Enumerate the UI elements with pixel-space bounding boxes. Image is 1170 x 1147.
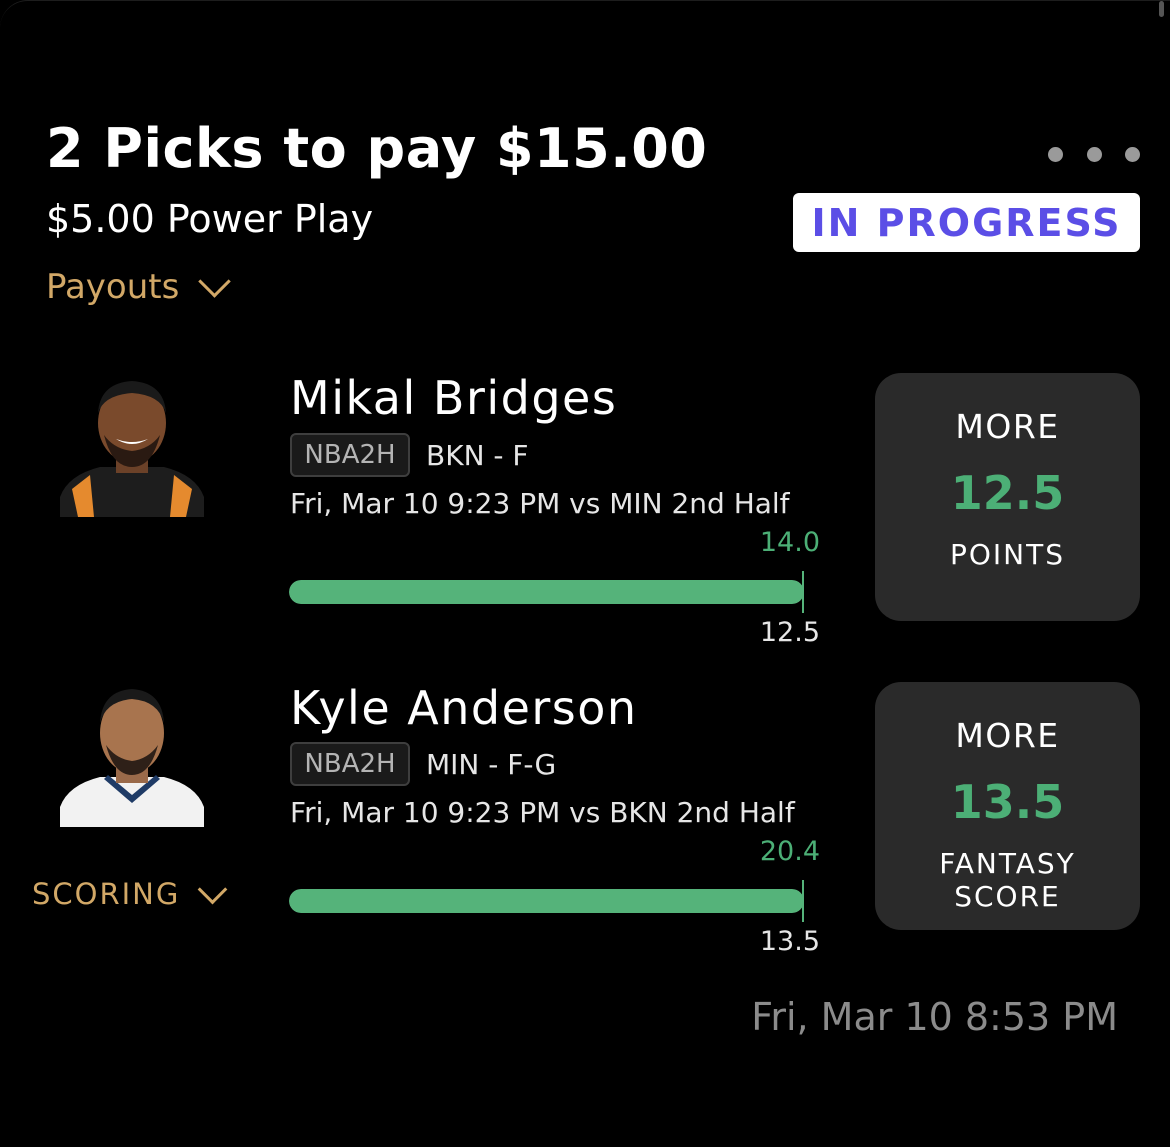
pick-line: 12.5 <box>950 466 1065 520</box>
pick-selection-card[interactable]: MORE 12.5 POINTS <box>875 373 1140 621</box>
player-name[interactable]: Kyle Anderson <box>290 681 638 735</box>
current-stat-value: 20.4 <box>759 836 820 867</box>
line-marker <box>802 880 804 922</box>
line-marker <box>802 571 804 613</box>
entry-card: 2 Picks to pay $15.00 $5.00 Power Play I… <box>0 0 1170 1147</box>
more-options-icon[interactable] <box>1048 141 1140 167</box>
current-stat-value: 14.0 <box>759 527 820 558</box>
payouts-toggle[interactable]: Payouts <box>46 264 232 307</box>
team-position: BKN - F <box>426 439 529 472</box>
dot <box>1048 146 1063 162</box>
entry-timestamp: Fri, Mar 10 8:53 PM <box>751 995 1118 1039</box>
status-badge: IN PROGRESS <box>793 193 1140 252</box>
scroll-indicator[interactable] <box>1159 1 1164 17</box>
progress-bar-fill <box>289 580 804 604</box>
line-value: 13.5 <box>759 926 820 957</box>
league-badge: NBA2H <box>290 433 410 477</box>
progress-bar <box>289 889 804 913</box>
avatar <box>60 679 204 827</box>
league-badge: NBA2H <box>290 742 410 786</box>
progress-bar-fill <box>289 889 804 913</box>
entry-title: 2 Picks to pay $15.00 <box>46 117 708 180</box>
dot <box>1086 146 1102 162</box>
pick-direction: MORE <box>955 716 1060 755</box>
dot <box>1125 146 1140 162</box>
entry-subtitle: $5.00 Power Play <box>46 197 374 241</box>
scoring-toggle[interactable]: SCORING <box>32 874 228 911</box>
pick-selection-card[interactable]: MORE 13.5 FANTASY SCORE <box>875 682 1140 930</box>
pick-direction: MORE <box>955 407 1060 446</box>
chevron-down-icon <box>198 264 232 298</box>
pick-stat-name: POINTS <box>949 538 1065 571</box>
player-headshot <box>60 381 204 517</box>
pick-stat-name: FANTASY SCORE <box>939 847 1076 913</box>
player-name[interactable]: Mikal Bridges <box>290 371 617 425</box>
team-position: MIN - F-G <box>426 748 557 781</box>
game-info: Fri, Mar 10 9:23 PM vs MIN 2nd Half <box>290 487 790 520</box>
player-headshot <box>60 689 204 827</box>
payouts-label: Payouts <box>46 267 180 307</box>
progress-bar <box>289 580 804 604</box>
scoring-label: SCORING <box>32 877 181 911</box>
line-value: 12.5 <box>759 617 820 648</box>
avatar <box>60 369 204 517</box>
chevron-down-icon <box>198 874 228 904</box>
game-info: Fri, Mar 10 9:23 PM vs BKN 2nd Half <box>290 796 795 829</box>
pick-line: 13.5 <box>950 775 1065 829</box>
